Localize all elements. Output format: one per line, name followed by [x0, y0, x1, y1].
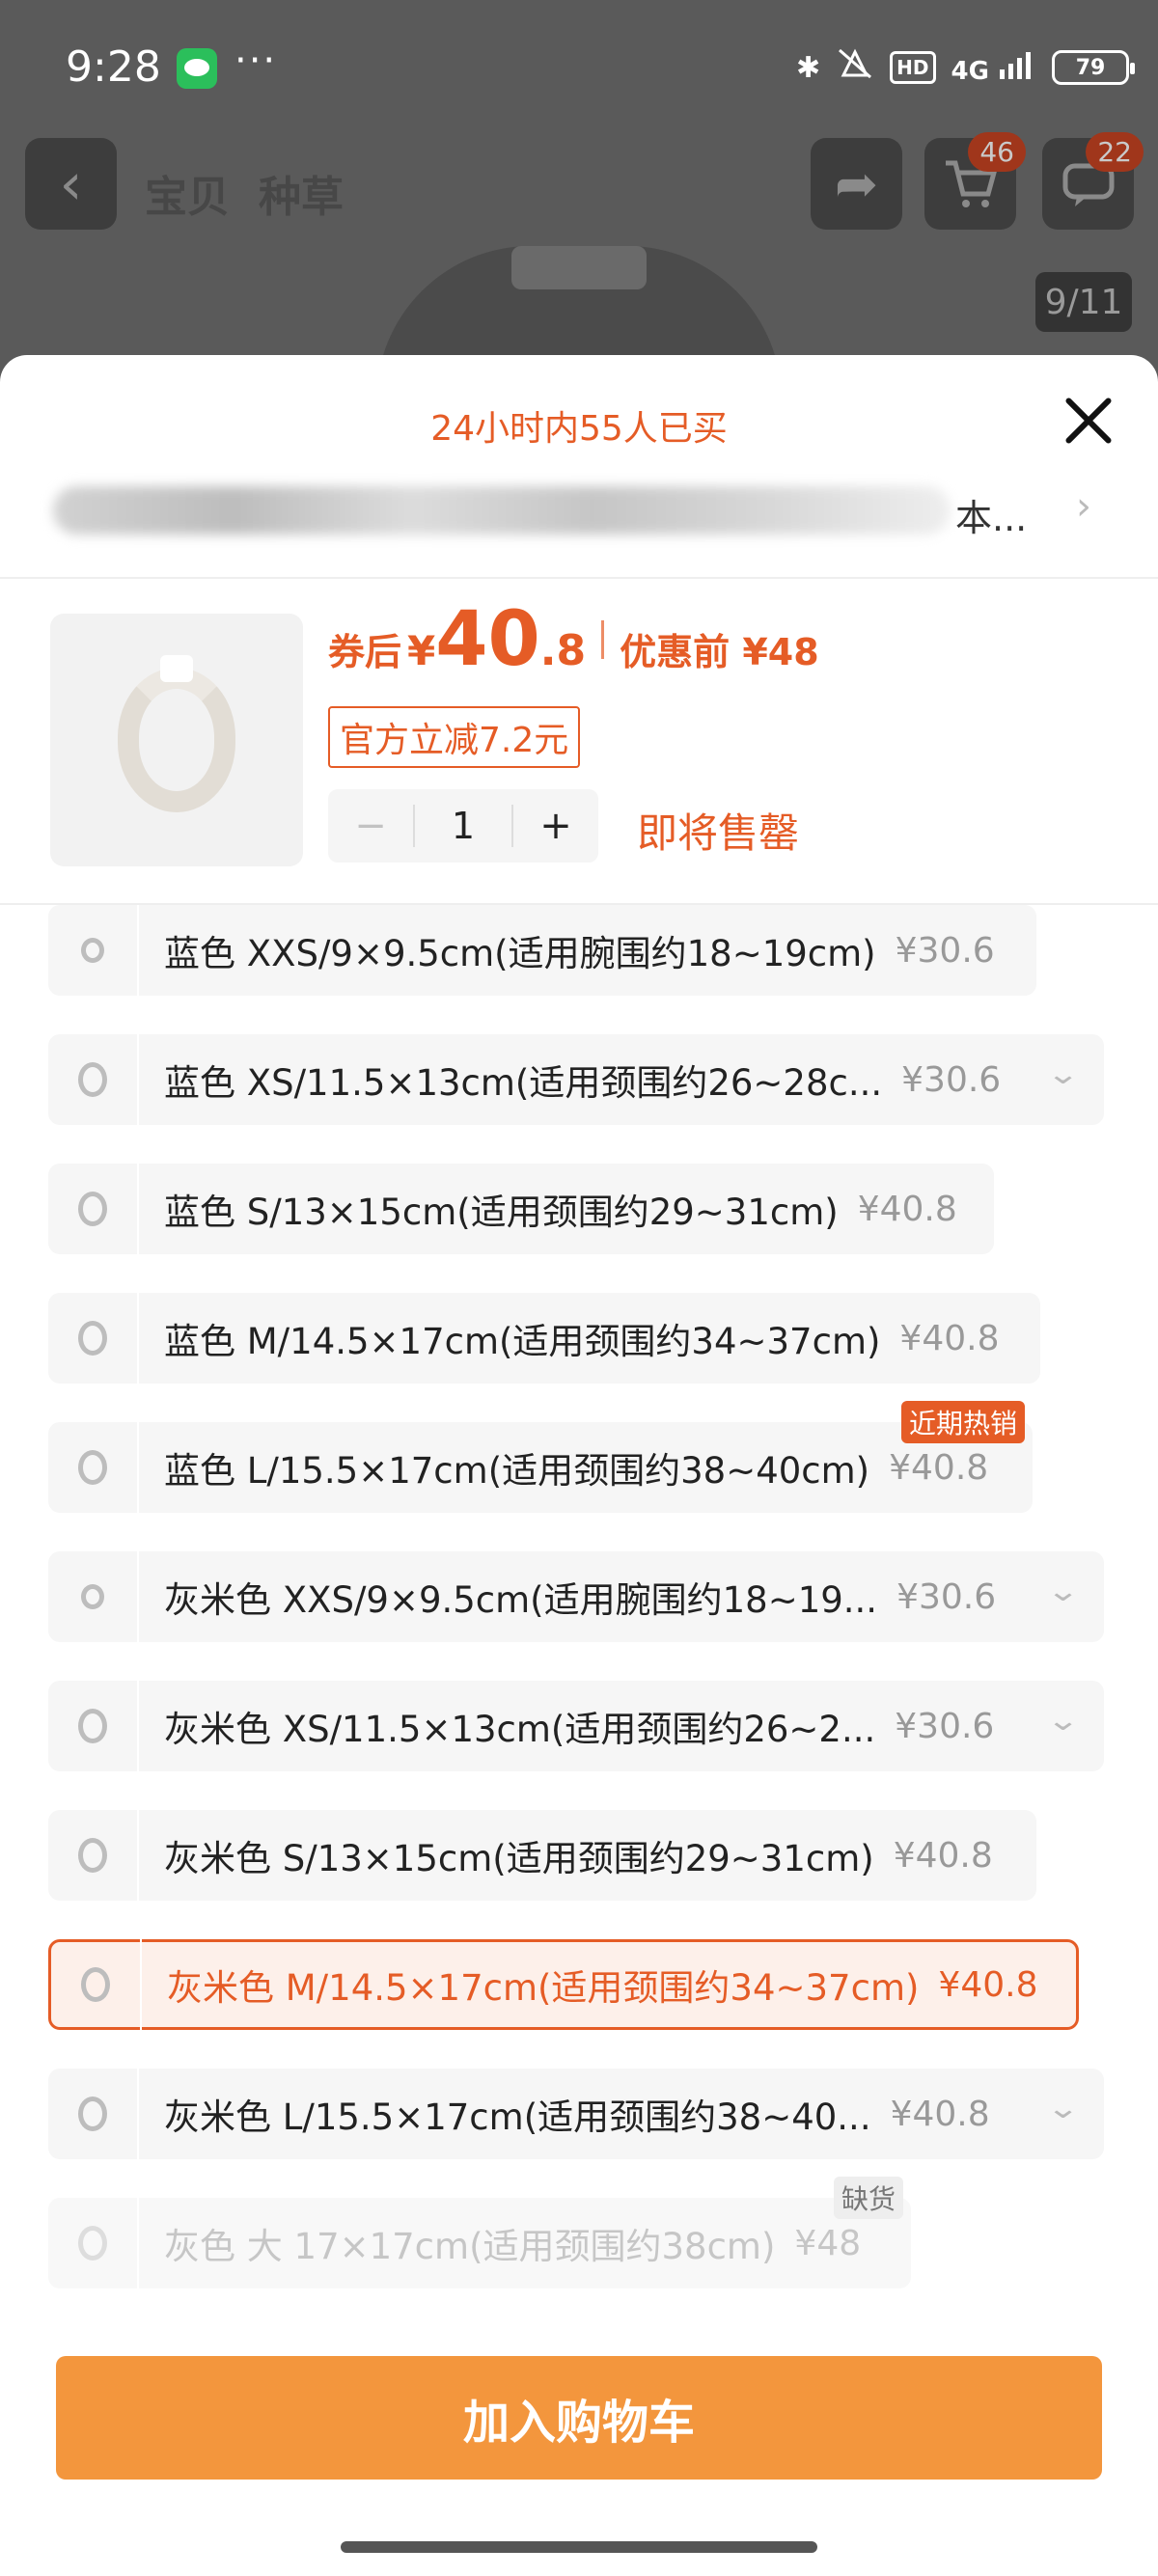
increment-button[interactable]: +: [513, 804, 598, 848]
tab-seeding[interactable]: 种草: [259, 162, 344, 224]
variant-price: ¥40.8: [899, 1318, 1000, 1358]
neck-ring-image: [118, 655, 235, 812]
variant-thumb-icon: [48, 1034, 139, 1125]
variant-price: ¥40.8: [893, 1835, 993, 1876]
variant-label: 灰米色 M/14.5×17cm(适用颈围约34~37cm): [167, 1967, 920, 2009]
variant-label: 蓝色 XXS/9×9.5cm(适用腕围约18~19cm): [164, 933, 876, 974]
variant-label: 灰米色 XS/11.5×13cm(适用颈围约26~2...: [164, 1709, 876, 1750]
recent-purchases-text: 24小时内55人已买: [430, 409, 728, 449]
variant-label: 灰色 大 17×17cm(适用颈围约38cm): [164, 2226, 776, 2267]
status-bar: 9:28 ··· ✱ HD 4G 79: [0, 0, 1158, 140]
variant-price: ¥40.8: [938, 1964, 1038, 2005]
hd-icon: HD: [890, 51, 936, 84]
variant-option[interactable]: 灰米色 L/15.5×17cm(适用颈围约38~40... ¥40.8 ⌄: [48, 2069, 1104, 2159]
variant-price: ¥40.8: [889, 1447, 989, 1488]
chevron-down-icon[interactable]: ⌄: [1046, 1575, 1080, 1608]
divider: [0, 577, 1158, 579]
variant-price: ¥30.6: [896, 1576, 997, 1617]
variant-thumb-icon: [48, 905, 139, 996]
variant-thumb-icon: [48, 1551, 139, 1642]
price-row: 券后 ¥ 40 .8 优惠前 ¥48: [328, 596, 819, 683]
address-blurred: [53, 486, 951, 534]
cart-button[interactable]: 46: [924, 132, 1026, 230]
variant-label: 蓝色 S/13×15cm(适用颈围约29~31cm): [164, 1192, 839, 1233]
quantity-stepper: − 1 +: [328, 789, 598, 863]
signal-icon: 4G: [951, 50, 1037, 86]
product-thumbnail[interactable]: [50, 614, 303, 866]
close-icon[interactable]: [1062, 394, 1116, 448]
add-to-cart-button[interactable]: 加入购物车: [56, 2356, 1102, 2480]
variant-label: 灰米色 XXS/9×9.5cm(适用腕围约18~19...: [164, 1579, 878, 1621]
battery-icon: 79: [1052, 50, 1135, 85]
variant-option[interactable]: 蓝色 XXS/9×9.5cm(适用腕围约18~19cm) ¥30.6: [48, 905, 1036, 996]
chevron-right-icon: ›: [1076, 484, 1091, 529]
variant-price: ¥40.8: [890, 2094, 990, 2134]
header-tabs: 宝贝 种草: [145, 162, 344, 224]
price-label: 券后: [328, 631, 402, 673]
bluetooth-icon: ✱: [796, 50, 821, 85]
delivery-address-row[interactable]: 本... ›: [53, 479, 1134, 551]
variant-thumb-icon: [48, 1293, 139, 1384]
variant-price: ¥30.6: [895, 930, 995, 971]
variant-thumb-icon: [48, 2069, 139, 2159]
out-of-stock-badge: 缺货: [833, 2177, 903, 2219]
network-type: 4G: [951, 56, 989, 86]
variant-label: 灰米色 S/13×15cm(适用颈围约29~31cm): [164, 1838, 874, 1879]
variant-label: 灰米色 L/15.5×17cm(适用颈围约38~40...: [164, 2096, 871, 2138]
tab-item[interactable]: 宝贝: [145, 162, 230, 224]
coupon-badge: 官方立减7.2元: [328, 706, 581, 768]
cart-badge: 46: [968, 132, 1026, 172]
variant-thumb-icon: [51, 1939, 142, 2030]
share-button[interactable]: ➦: [811, 138, 902, 230]
variant-label: 蓝色 L/15.5×17cm(适用颈围约38~40cm): [164, 1450, 870, 1492]
wechat-icon: [177, 48, 217, 89]
variant-label: 蓝色 XS/11.5×13cm(适用颈围约26~28c...: [164, 1062, 883, 1104]
message-badge: 22: [1086, 132, 1144, 172]
variant-label: 蓝色 M/14.5×17cm(适用颈围约34~37cm): [164, 1321, 881, 1362]
price-integer: 40: [435, 596, 540, 683]
variant-thumb-icon: [48, 1810, 139, 1901]
variant-thumb-icon: [48, 1422, 139, 1513]
variant-price: ¥30.6: [901, 1059, 1002, 1100]
price-symbol: ¥: [407, 627, 436, 674]
variant-option-selected[interactable]: 灰米色 M/14.5×17cm(适用颈围约34~37cm) ¥40.8: [48, 1939, 1079, 2030]
original-price: 优惠前 ¥48: [620, 631, 819, 673]
share-icon: ➦: [834, 153, 879, 214]
home-indicator[interactable]: [341, 2541, 817, 2553]
clock: 9:28: [66, 42, 161, 92]
sku-selector-sheet: 24小时内55人已买 本... › 券后 ¥ 40 .8 优惠前 ¥48 官方立…: [0, 355, 1158, 2576]
variant-price: ¥30.6: [895, 1706, 995, 1746]
hot-sale-badge: 近期热销: [900, 1401, 1025, 1443]
price-decimal: .8: [539, 626, 587, 675]
address-text: 本...: [955, 497, 1028, 539]
variant-option[interactable]: 蓝色 M/14.5×17cm(适用颈围约34~37cm) ¥40.8: [48, 1293, 1040, 1384]
system-icons: ✱ HD 4G 79: [796, 46, 1135, 89]
product-image-cap: [511, 246, 647, 289]
variant-option[interactable]: 蓝色 L/15.5×17cm(适用颈围约38~40cm) ¥40.8 近期热销: [48, 1401, 1033, 1513]
variant-price: ¥48: [794, 2223, 862, 2263]
image-page-indicator: 9/11: [1035, 272, 1132, 332]
quantity-value[interactable]: 1: [413, 805, 513, 847]
chevron-down-icon[interactable]: ⌄: [1046, 1057, 1080, 1091]
stock-status: 即将售罄: [637, 809, 800, 857]
variant-thumb-icon: [48, 1164, 139, 1254]
chevron-down-icon[interactable]: ⌄: [1046, 2092, 1080, 2125]
variant-option[interactable]: 灰米色 S/13×15cm(适用颈围约29~31cm) ¥40.8: [48, 1810, 1036, 1901]
variant-price: ¥40.8: [857, 1189, 957, 1229]
variant-thumb-icon: [48, 2198, 139, 2288]
variant-option[interactable]: 蓝色 S/13×15cm(适用颈围约29~31cm) ¥40.8: [48, 1164, 994, 1254]
variant-option-out-of-stock[interactable]: 灰色 大 17×17cm(适用颈围约38cm) ¥48 缺货: [48, 2177, 911, 2288]
message-button[interactable]: 22: [1042, 132, 1144, 230]
back-button[interactable]: ‹: [25, 138, 117, 230]
more-notifications-icon: ···: [234, 39, 278, 83]
decrement-button[interactable]: −: [328, 804, 413, 848]
variant-option[interactable]: 灰米色 XS/11.5×13cm(适用颈围约26~2... ¥30.6 ⌄: [48, 1681, 1104, 1771]
variant-option[interactable]: 蓝色 XS/11.5×13cm(适用颈围约26~28c... ¥30.6 ⌄: [48, 1034, 1104, 1125]
price-separator: [601, 620, 605, 659]
mute-icon: [836, 46, 874, 89]
variant-thumb-icon: [48, 1681, 139, 1771]
variant-option[interactable]: 灰米色 XXS/9×9.5cm(适用腕围约18~19... ¥30.6 ⌄: [48, 1551, 1104, 1642]
chevron-down-icon[interactable]: ⌄: [1046, 1704, 1080, 1738]
